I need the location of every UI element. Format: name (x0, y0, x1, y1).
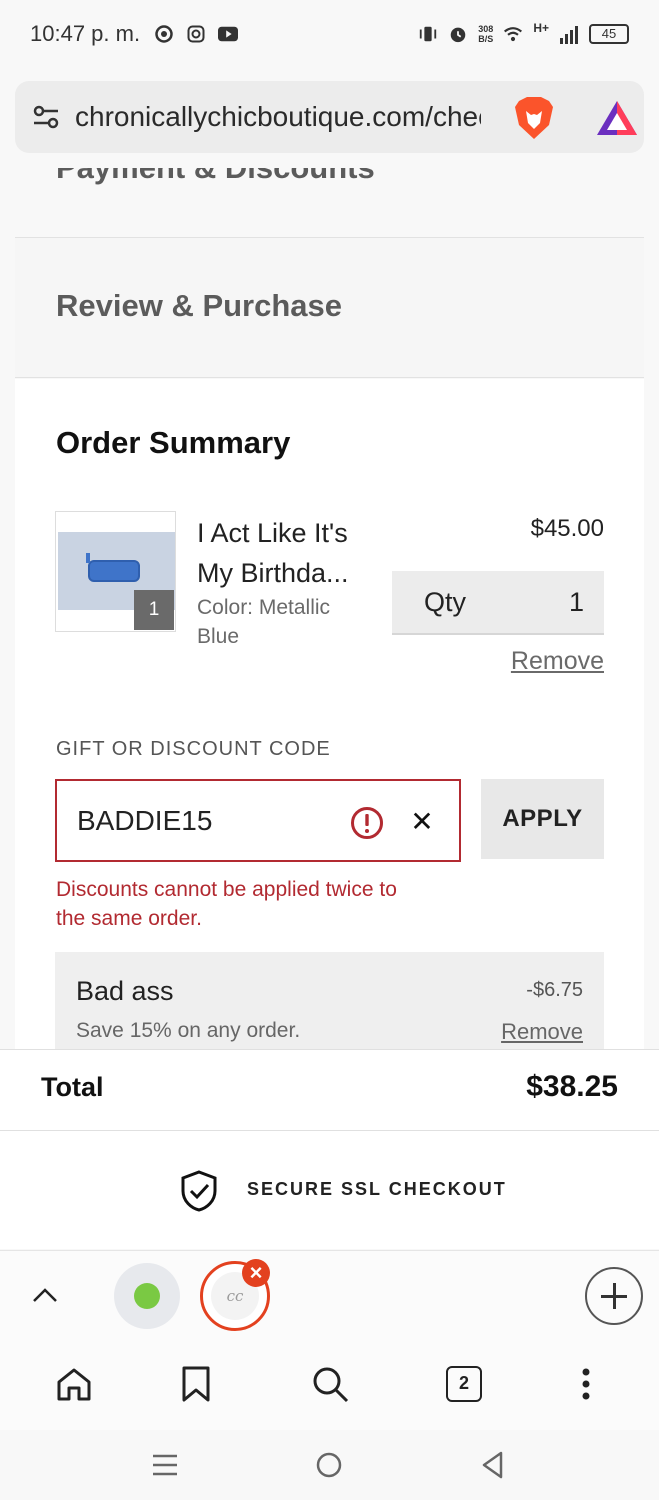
network-speed: 308 B/S (478, 24, 494, 44)
chevron-up-icon[interactable] (30, 1281, 60, 1311)
home-button-icon[interactable] (314, 1450, 344, 1485)
applied-discount-amount: -$6.75 (526, 979, 583, 1001)
status-time: 10:47 p. m. (30, 21, 141, 46)
checkout-page: Payment & Discounts Review & Purchase Or… (15, 168, 644, 1050)
clear-input-icon[interactable]: ✕ (407, 807, 437, 837)
network-type: H+ (533, 21, 549, 35)
brave-shields-icon[interactable] (513, 95, 555, 141)
site-settings-icon[interactable] (31, 102, 61, 132)
new-tab-button[interactable] (585, 1267, 643, 1325)
discount-code-label: GIFT OR DISCOUNT CODE (56, 738, 331, 760)
bookmark-icon[interactable] (176, 1364, 216, 1404)
product-price: $45.00 (530, 515, 604, 542)
error-icon (350, 806, 384, 840)
discount-code-input[interactable] (77, 804, 327, 837)
secure-checkout-text: SECURE SSL CHECKOUT (247, 1179, 507, 1199)
remove-discount-link[interactable]: Remove (501, 1019, 583, 1045)
order-summary-title: Order Summary (56, 425, 291, 460)
tab-strip: cc × (0, 1250, 659, 1340)
qty-label: Qty (424, 586, 467, 617)
more-menu-icon[interactable] (566, 1364, 606, 1404)
discount-error-message: Discounts cannot be applied twice to the… (56, 878, 397, 930)
order-total-bar: Total $38.25 (0, 1049, 659, 1131)
remove-item-link[interactable]: Remove (511, 647, 604, 676)
step-payment-discounts[interactable]: Payment & Discounts (15, 168, 644, 238)
quantity-badge: 1 (134, 590, 174, 630)
shield-check-icon (180, 1169, 218, 1213)
system-navigation-bar (0, 1430, 659, 1500)
vibrate-icon (418, 24, 438, 44)
close-tab-icon[interactable]: × (242, 1259, 270, 1287)
battery-indicator: 45 (589, 24, 629, 44)
tab-switcher-button[interactable]: 2 (446, 1366, 482, 1402)
total-value: $38.25 (526, 1070, 618, 1103)
alarm-icon (448, 24, 468, 44)
product-variant: Color: Metallic Blue (197, 596, 331, 648)
status-bar: 10:47 p. m. 308 B/S H+ 45 (0, 0, 659, 68)
qty-value: 1 (568, 586, 584, 617)
brave-rewards-icon[interactable] (595, 99, 639, 137)
order-summary: Order Summary 1 I Act Like It's My Birth… (15, 379, 644, 1050)
apply-discount-button[interactable]: APPLY (481, 779, 604, 859)
chrome-icon (154, 24, 174, 44)
instagram-icon (186, 24, 206, 44)
applied-discount-name: Bad ass (76, 976, 174, 1006)
recent-apps-icon[interactable] (150, 1450, 180, 1485)
applied-discount: Bad ass -$6.75 Save 15% on any order. Re… (55, 952, 604, 1050)
site-favicon (134, 1283, 160, 1309)
product-thumbnail: 1 (55, 511, 176, 632)
search-icon[interactable] (310, 1364, 350, 1404)
product-name: I Act Like It's My Birthda... (197, 518, 349, 588)
url-text[interactable]: chronicallychicboutique.com/checkout (75, 101, 481, 133)
browser-toolbar: 2 (0, 1340, 659, 1430)
wifi-icon (503, 24, 523, 44)
total-label: Total (41, 1072, 104, 1102)
address-bar[interactable]: chronicallychicboutique.com/checkout (15, 81, 644, 153)
home-icon[interactable] (54, 1364, 94, 1404)
discount-code-field[interactable]: ✕ (55, 779, 461, 862)
applied-discount-description: Save 15% on any order. (76, 1019, 301, 1042)
tab-thumbnail-other[interactable] (114, 1263, 180, 1329)
secure-checkout-banner: SECURE SSL CHECKOUT (0, 1131, 659, 1249)
quantity-selector[interactable]: Qty 1 (392, 571, 604, 635)
signal-icon (559, 24, 579, 44)
youtube-icon (218, 24, 239, 44)
back-icon[interactable] (478, 1450, 508, 1485)
product-bag-shape (86, 553, 140, 582)
step-review-purchase[interactable]: Review & Purchase (15, 238, 644, 378)
